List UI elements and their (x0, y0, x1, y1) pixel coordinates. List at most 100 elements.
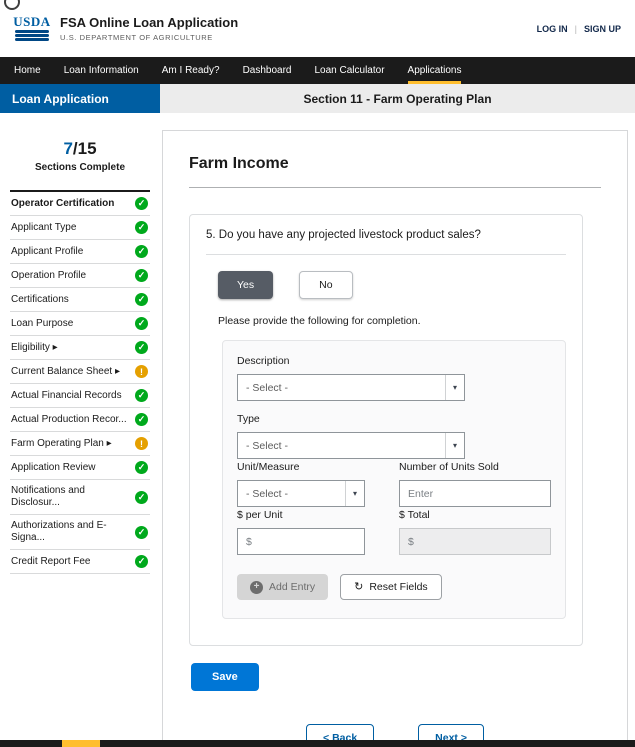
per-unit-input[interactable] (237, 528, 365, 555)
sidebar-item-label: Operation Profile (11, 270, 86, 282)
reset-fields-button[interactable]: ↻ Reset Fields (340, 574, 442, 600)
sidebar-item-notifications-and-disclosures[interactable]: Notifications and Disclosur... (10, 480, 150, 515)
sign-up-link[interactable]: SIGN UP (584, 24, 621, 34)
panel-buttons: + Add Entry ↻ Reset Fields (237, 574, 551, 600)
main-nav: Home Loan Information Am I Ready? Dashbo… (0, 57, 635, 84)
units-sold-label: Number of Units Sold (399, 461, 551, 473)
page-title: Farm Income (189, 155, 601, 173)
instruction-text: Please provide the following for complet… (218, 315, 566, 327)
subheader: Loan Application Section 11 - Farm Opera… (0, 84, 635, 113)
sidebar-item-label: Current Balance Sheet ▸ (11, 366, 120, 378)
progress-total: /15 (73, 139, 97, 158)
cursor-artifact-circle (4, 0, 20, 10)
chevron-down-icon: ▾ (445, 375, 464, 400)
sidebar-item-certifications[interactable]: Certifications (10, 288, 150, 312)
total-label: $ Total (399, 509, 551, 521)
nav-item-am-i-ready[interactable]: Am I Ready? (162, 57, 220, 84)
status-icon (135, 293, 148, 306)
section-list: Operator Certification Applicant Type Ap… (10, 190, 150, 574)
chevron-down-icon: ▾ (345, 481, 364, 506)
sidebar-item-label: Notifications and Disclosur... (11, 485, 131, 509)
status-icon (135, 341, 148, 354)
sidebar-item-label: Application Review (11, 462, 96, 474)
status-icon (135, 389, 148, 402)
nav-item-loan-information[interactable]: Loan Information (64, 57, 139, 84)
nav-item-applications[interactable]: Applications (408, 57, 462, 84)
app-title-block: FSA Online Loan Application U.S. DEPARTM… (60, 15, 238, 42)
section-title: Section 11 - Farm Operating Plan (160, 84, 635, 113)
chevron-down-icon: ▾ (445, 433, 464, 458)
add-entry-button[interactable]: + Add Entry (237, 574, 328, 600)
nav-item-loan-calculator[interactable]: Loan Calculator (314, 57, 384, 84)
sidebar-item-credit-report-fee[interactable]: Credit Report Fee (10, 550, 150, 574)
sidebar-item-label: Applicant Profile (11, 246, 83, 258)
sidebar-item-actual-financial-records[interactable]: Actual Financial Records (10, 384, 150, 408)
add-entry-label: Add Entry (269, 581, 315, 593)
footer-accent-block (62, 740, 100, 747)
title-divider (189, 187, 601, 188)
sidebar-item-label: Farm Operating Plan ▸ (11, 438, 112, 450)
sidebar-item-label: Operator Certification (11, 198, 114, 210)
sidebar-item-applicant-type[interactable]: Applicant Type (10, 216, 150, 240)
question-body: Yes No Please provide the following for … (218, 271, 566, 619)
content-area: 7/15 Sections Complete Operator Certific… (0, 113, 635, 747)
sidebar-item-current-balance-sheet[interactable]: Current Balance Sheet ▸ (10, 360, 150, 384)
sidebar-item-label: Applicant Type (11, 222, 76, 234)
sidebar-item-farm-operating-plan[interactable]: Farm Operating Plan ▸ (10, 432, 150, 456)
save-button[interactable]: Save (191, 663, 259, 691)
status-icon (135, 437, 148, 450)
usda-logo: USDA (14, 15, 50, 42)
type-select-value: - Select - (246, 440, 288, 452)
status-icon (135, 245, 148, 258)
department-subtitle: U.S. DEPARTMENT OF AGRICULTURE (60, 33, 238, 42)
plus-circle-icon: + (250, 581, 263, 594)
top-header: USDA FSA Online Loan Application U.S. DE… (0, 0, 635, 57)
question-text: 5. Do you have any projected livestock p… (206, 229, 566, 255)
app-title: FSA Online Loan Application (60, 15, 238, 30)
nav-item-home[interactable]: Home (14, 57, 41, 84)
sidebar-item-application-review[interactable]: Application Review (10, 456, 150, 480)
sidebar-item-actual-production-records[interactable]: Actual Production Recor... (10, 408, 150, 432)
progress-caption: Sections Complete (10, 162, 150, 173)
yes-button[interactable]: Yes (218, 271, 273, 299)
status-icon (135, 317, 148, 330)
sidebar-item-label: Credit Report Fee (11, 556, 90, 568)
sidebar-item-authorizations-and-esignature[interactable]: Authorizations and E-Signa... (10, 515, 150, 550)
sidebar-item-label: Actual Production Recor... (11, 414, 127, 426)
sidebar-item-label: Actual Financial Records (11, 390, 122, 402)
sidebar-item-operator-certification[interactable]: Operator Certification (10, 192, 150, 216)
sidebar-item-operation-profile[interactable]: Operation Profile (10, 264, 150, 288)
per-unit-label: $ per Unit (237, 509, 365, 521)
status-icon (135, 269, 148, 282)
units-sold-input[interactable] (399, 480, 551, 507)
status-icon (135, 221, 148, 234)
unit-measure-label: Unit/Measure (237, 461, 365, 473)
farm-income-form-panel: Description - Select - ▾ Type - Select -… (222, 340, 566, 619)
nav-item-dashboard[interactable]: Dashboard (243, 57, 292, 84)
status-icon (135, 461, 148, 474)
main-card: Farm Income 5. Do you have any projected… (162, 130, 628, 747)
type-select[interactable]: - Select - ▾ (237, 432, 465, 459)
status-icon (135, 526, 148, 539)
description-label: Description (237, 355, 551, 367)
sidebar-item-label: Authorizations and E-Signa... (11, 520, 131, 544)
status-icon (135, 197, 148, 210)
status-icon (135, 365, 148, 378)
sidebar-item-loan-purpose[interactable]: Loan Purpose (10, 312, 150, 336)
auth-divider: | (575, 24, 577, 34)
status-icon (135, 491, 148, 504)
sidebar-item-eligibility[interactable]: Eligibility ▸ (10, 336, 150, 360)
no-button[interactable]: No (299, 271, 352, 299)
unit-row: Unit/Measure - Select - ▾ Number of Unit… (237, 459, 551, 507)
sidebar-item-label: Loan Purpose (11, 318, 73, 330)
sidebar-item-applicant-profile[interactable]: Applicant Profile (10, 240, 150, 264)
progress-box: 7/15 Sections Complete (10, 139, 150, 173)
description-select[interactable]: - Select - ▾ (237, 374, 465, 401)
usda-logo-text: USDA (13, 15, 50, 28)
question-card: 5. Do you have any projected livestock p… (189, 214, 583, 646)
unit-measure-select[interactable]: - Select - ▾ (237, 480, 365, 507)
status-icon (135, 555, 148, 568)
description-select-value: - Select - (246, 382, 288, 394)
log-in-link[interactable]: LOG IN (537, 24, 568, 34)
total-input (399, 528, 551, 555)
